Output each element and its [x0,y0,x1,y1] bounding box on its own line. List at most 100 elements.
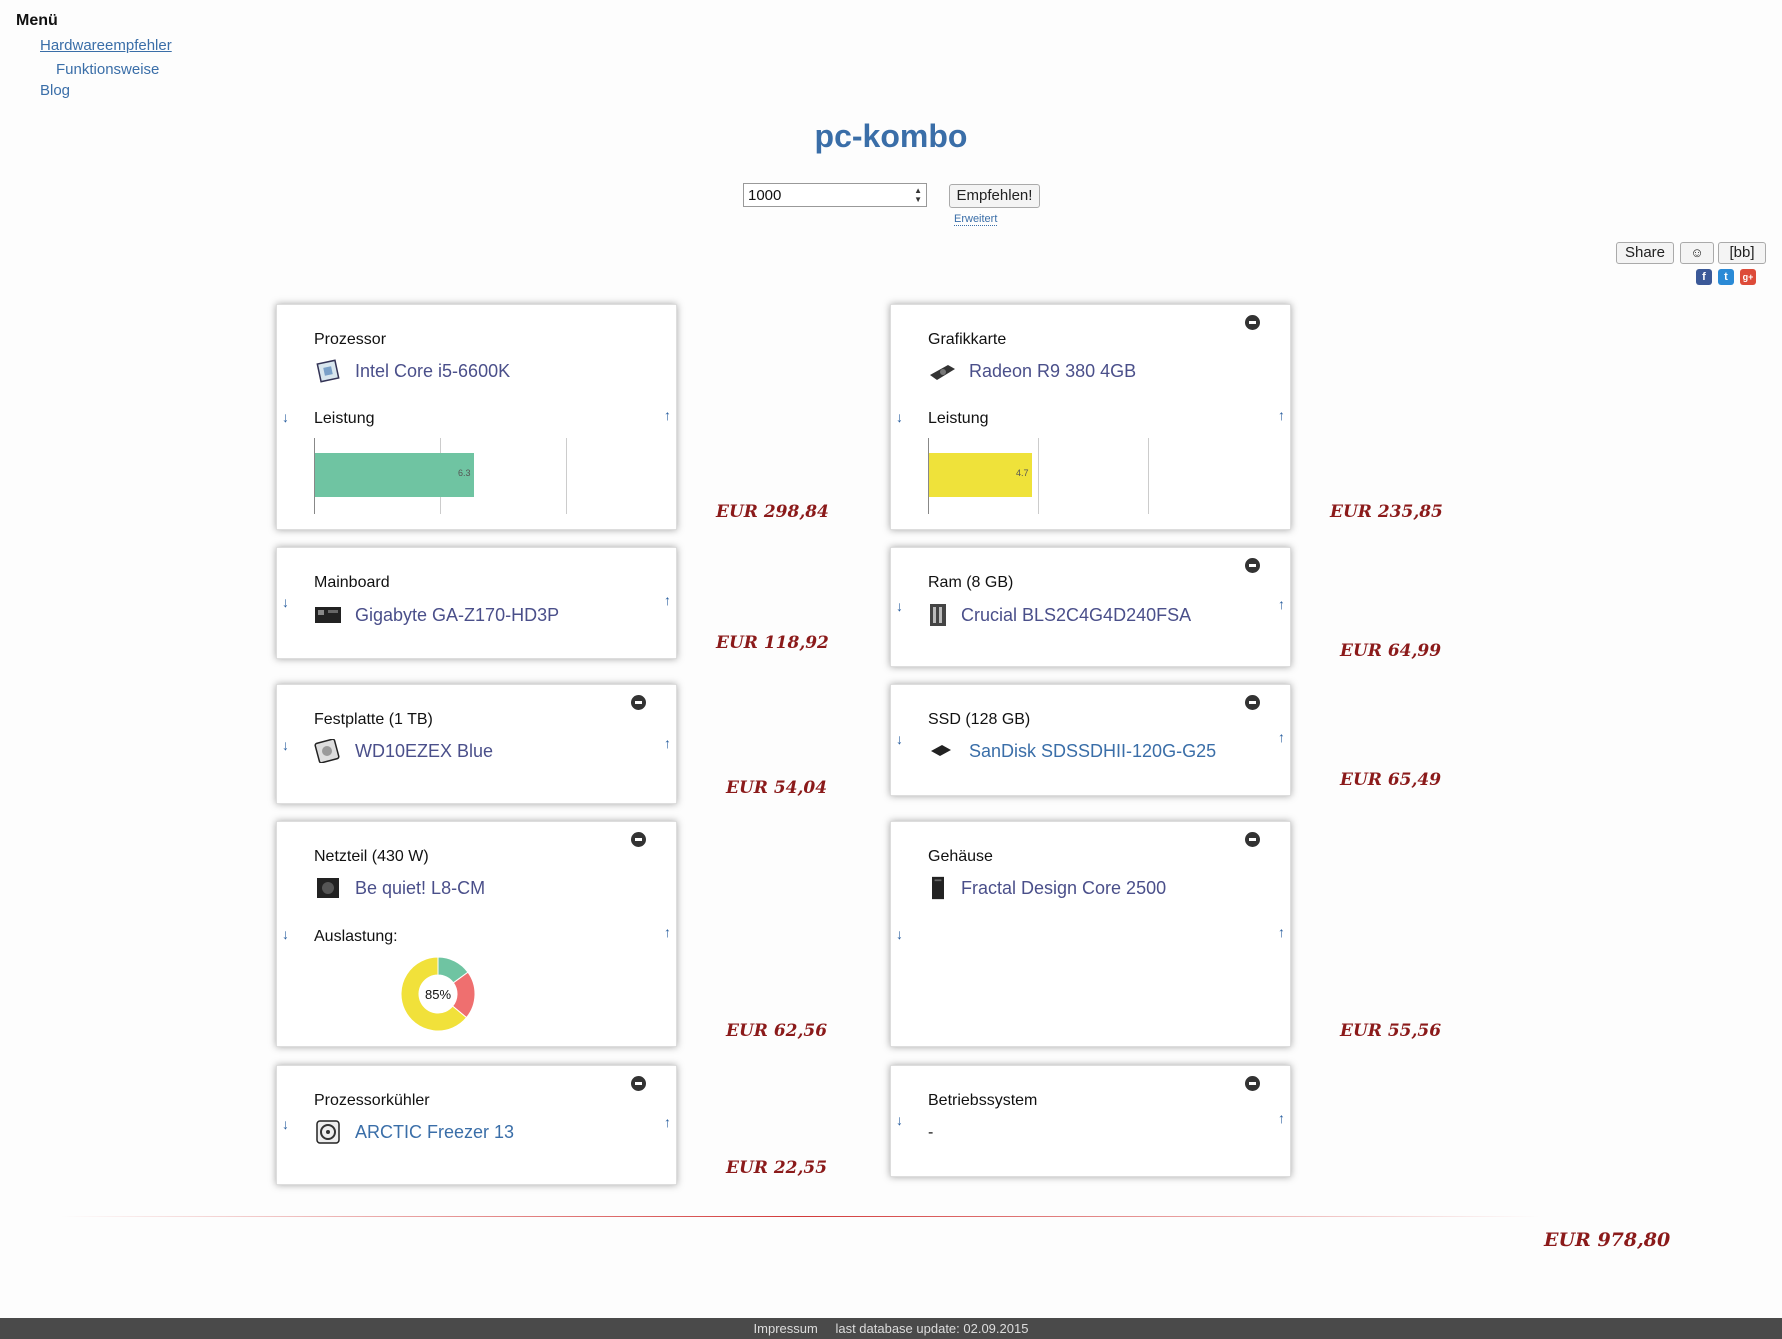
category-label: Festplatte (1 TB) [314,711,433,728]
budget-input[interactable]: 1000 ▲ ▼ [743,183,927,207]
price-mainboard: EUR 118,92 [716,633,829,653]
bbcode-button[interactable]: [bb] [1718,242,1766,264]
price-ram: EUR 64,99 [1340,641,1442,661]
share-button[interactable]: Share [1616,242,1674,264]
product-link[interactable]: Crucial BLS2C4G4D240FSA [928,603,1191,627]
product-name[interactable]: WD10EZEX Blue [355,741,493,762]
case-icon [932,876,944,900]
advanced-link[interactable]: Erweitert [954,213,998,226]
menu-link-funktionsweise[interactable]: Funktionsweise [56,61,159,78]
ssd-icon [931,745,951,756]
grid-line [566,438,567,514]
remove-icon[interactable] [1245,315,1260,330]
product-link[interactable]: ARCTIC Freezer 13 [314,1120,514,1144]
remove-icon[interactable] [1245,832,1260,847]
cooler-icon [316,1120,340,1144]
remove-icon[interactable] [1245,1076,1260,1091]
category-label: Mainboard [314,574,390,591]
upgrade-arrow-icon[interactable]: ↑ [664,1114,671,1130]
component-card-case: Gehäuse Fractal Design Core 2500 ↓ ↑ [890,821,1291,1047]
downgrade-arrow-icon[interactable]: ↓ [896,926,903,942]
upgrade-arrow-icon[interactable]: ↑ [664,407,671,423]
component-card-hdd: Festplatte (1 TB) WD10EZEX Blue ↓ ↑ [276,684,677,804]
downgrade-arrow-icon[interactable]: ↓ [282,594,289,610]
category-label: Prozessor [314,331,387,348]
remove-icon[interactable] [1245,558,1260,573]
downgrade-arrow-icon[interactable]: ↓ [282,926,289,942]
menu: Menü Hardwareempfehler Funktionsweise Bl… [16,12,172,99]
product-name[interactable]: - [928,1124,933,1142]
component-card-ssd: SSD (128 GB) SanDisk SDSSDHII-120G-G25 ↓… [890,684,1291,796]
upgrade-arrow-icon[interactable]: ↑ [1278,1110,1285,1126]
upgrade-arrow-icon[interactable]: ↑ [1278,407,1285,423]
product-link[interactable]: Intel Core i5-6600K [314,359,510,383]
component-card-cooler: Prozessorkühler ARCTIC Freezer 13 ↓ ↑ [276,1065,677,1185]
recommend-button[interactable]: Empfehlen! [949,184,1040,208]
category-label: Netzteil (430 W) [314,848,429,865]
menu-title: Menü [16,12,58,29]
price-ssd: EUR 65,49 [1340,770,1442,790]
remove-icon[interactable] [631,832,646,847]
reddit-icon: ☺ [1690,245,1704,260]
price-cooler: EUR 22,55 [726,1158,828,1178]
product-name[interactable]: Intel Core i5-6600K [355,361,510,382]
upgrade-arrow-icon[interactable]: ↑ [1278,924,1285,940]
product-name[interactable]: Gigabyte GA-Z170-HD3P [355,605,559,626]
category-label: SSD (128 GB) [928,711,1031,728]
component-card-cpu: Prozessor Intel Core i5-6600K Leistung 6… [276,304,677,530]
product-name[interactable]: Crucial BLS2C4G4D240FSA [961,605,1191,626]
upgrade-arrow-icon[interactable]: ↑ [664,592,671,608]
product-name[interactable]: ARCTIC Freezer 13 [355,1122,514,1143]
product-link[interactable]: Radeon R9 380 4GB [928,359,1136,383]
downgrade-arrow-icon[interactable]: ↓ [896,409,903,425]
ram-icon [930,604,946,626]
mainboard-icon [315,607,341,623]
product-link[interactable]: - [928,1124,933,1142]
cpu-icon [316,359,340,383]
budget-value: 1000 [748,187,782,204]
load-donut-chart: 85% [400,956,476,1032]
perf-label: Leistung [928,410,989,427]
menu-link-hardwareempfehler[interactable]: Hardwareempfehler [40,37,172,54]
downgrade-arrow-icon[interactable]: ↓ [282,737,289,753]
downgrade-arrow-icon[interactable]: ↓ [896,731,903,747]
category-label: Grafikkarte [928,331,1007,348]
price-case: EUR 55,56 [1340,1021,1442,1041]
twitter-icon[interactable]: t [1718,269,1734,285]
component-card-gpu: Grafikkarte Radeon R9 380 4GB Leistung 4… [890,304,1291,530]
product-name[interactable]: Be quiet! L8-CM [355,878,485,899]
google-plus-icon[interactable]: g+ [1740,269,1756,285]
remove-icon[interactable] [631,695,646,710]
upgrade-arrow-icon[interactable]: ↑ [1278,596,1285,612]
downgrade-arrow-icon[interactable]: ↓ [896,1112,903,1128]
spinner-icon[interactable]: ▲ ▼ [914,186,922,204]
downgrade-arrow-icon[interactable]: ↓ [282,1116,289,1132]
downgrade-arrow-icon[interactable]: ↓ [896,598,903,614]
component-card-os: Betriebssystem - ↓ ↑ [890,1065,1291,1177]
product-link[interactable]: SanDisk SDSSDHII-120G-G25 [928,739,1216,763]
gpu-icon [930,365,955,380]
hdd-icon [314,739,340,763]
downgrade-arrow-icon[interactable]: ↓ [282,409,289,425]
product-link[interactable]: WD10EZEX Blue [314,739,493,763]
remove-icon[interactable] [631,1076,646,1091]
total-price: EUR 978,80 [1544,1229,1671,1251]
remove-icon[interactable] [1245,695,1260,710]
product-link[interactable]: Fractal Design Core 2500 [928,876,1166,900]
menu-link-blog[interactable]: Blog [40,82,70,99]
category-label: Betriebssystem [928,1092,1038,1109]
upgrade-arrow-icon[interactable]: ↑ [1278,729,1285,745]
upgrade-arrow-icon[interactable]: ↑ [664,735,671,751]
price-hdd: EUR 54,04 [726,778,828,798]
product-name[interactable]: Radeon R9 380 4GB [969,361,1136,382]
impressum-link[interactable]: Impressum [754,1321,818,1336]
product-link[interactable]: Gigabyte GA-Z170-HD3P [314,603,559,627]
reddit-button[interactable]: ☺ [1680,242,1714,264]
product-name[interactable]: SanDisk SDSSDHII-120G-G25 [969,741,1216,762]
facebook-icon[interactable]: f [1696,269,1712,285]
performance-bar [315,453,474,497]
product-link[interactable]: Be quiet! L8-CM [314,876,485,900]
product-name[interactable]: Fractal Design Core 2500 [961,878,1166,899]
psu-icon [317,878,339,898]
upgrade-arrow-icon[interactable]: ↑ [664,924,671,940]
